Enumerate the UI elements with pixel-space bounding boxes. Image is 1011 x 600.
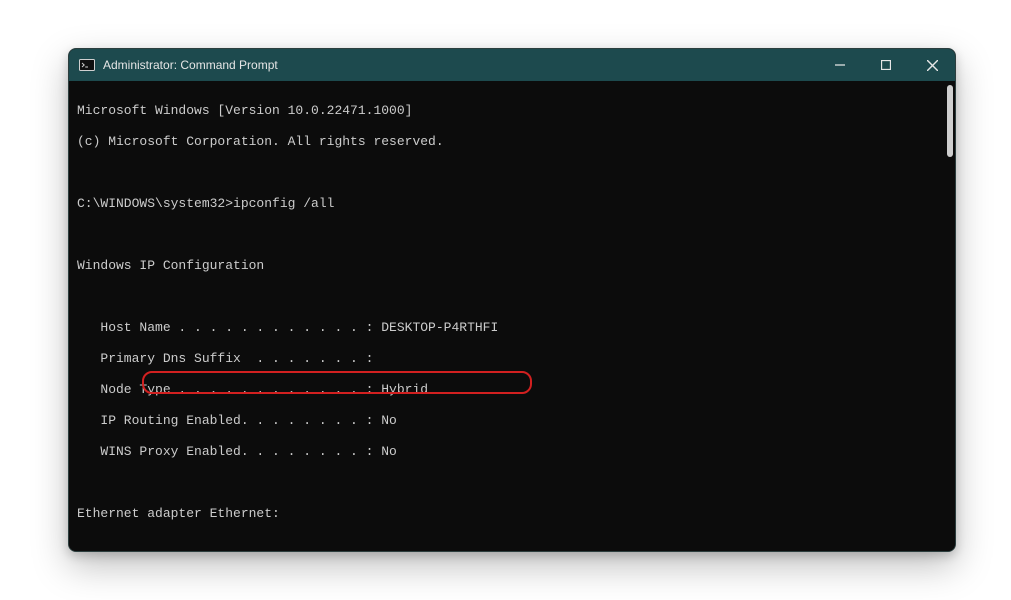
- close-button[interactable]: [909, 49, 955, 81]
- ipcfg-primary-suffix: Primary Dns Suffix . . . . . . . :: [77, 351, 955, 367]
- banner-line: Microsoft Windows [Version 10.0.22471.10…: [77, 103, 955, 119]
- cmd-icon: [79, 57, 95, 73]
- prompt-path: C:\WINDOWS\system32>: [77, 196, 233, 211]
- titlebar[interactable]: Administrator: Command Prompt: [69, 49, 955, 81]
- banner-line: (c) Microsoft Corporation. All rights re…: [77, 134, 955, 150]
- terminal-output: Microsoft Windows [Version 10.0.22471.10…: [77, 87, 955, 552]
- command-prompt-window: Administrator: Command Prompt Microsoft …: [68, 48, 956, 552]
- typed-command: ipconfig /all: [233, 196, 334, 211]
- ipcfg-wins-proxy: WINS Proxy Enabled. . . . . . . . : No: [77, 444, 955, 460]
- section-header: Windows IP Configuration: [77, 258, 955, 274]
- scrollbar[interactable]: [947, 85, 953, 552]
- ipcfg-host-name: Host Name . . . . . . . . . . . . : DESK…: [77, 320, 955, 336]
- window-title: Administrator: Command Prompt: [103, 58, 278, 72]
- ipcfg-ip-routing: IP Routing Enabled. . . . . . . . : No: [77, 413, 955, 429]
- prompt-line: C:\WINDOWS\system32>ipconfig /all: [77, 196, 955, 212]
- section-header: Ethernet adapter Ethernet:: [77, 506, 955, 522]
- minimize-button[interactable]: [817, 49, 863, 81]
- ipcfg-node-type: Node Type . . . . . . . . . . . . : Hybr…: [77, 382, 955, 398]
- maximize-button[interactable]: [863, 49, 909, 81]
- scrollbar-thumb[interactable]: [947, 85, 953, 157]
- terminal-client-area[interactable]: Microsoft Windows [Version 10.0.22471.10…: [69, 81, 955, 552]
